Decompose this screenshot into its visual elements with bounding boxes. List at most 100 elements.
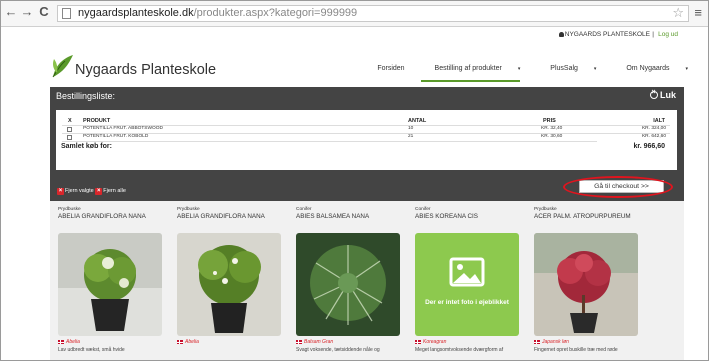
sum-value: kr. 966,60 <box>633 143 665 150</box>
image-placeholder-icon <box>449 257 485 287</box>
page-icon <box>62 8 71 19</box>
product-category: Conifer <box>415 207 431 212</box>
nav-label: Bestilling af produkter <box>434 65 502 72</box>
product-card[interactable]: Prydbuske ACER PALM. ATROPURPUREUM Japan… <box>534 207 648 360</box>
close-icon <box>649 89 658 99</box>
back-icon[interactable]: ← <box>4 4 18 20</box>
row-total: kr. 324,00 <box>641 126 666 131</box>
remove-icon: × <box>57 188 64 195</box>
col-price: PRIS <box>543 118 556 124</box>
close-order-button[interactable]: Luk <box>649 89 676 100</box>
remove-all-link[interactable]: × Fjern alle <box>95 188 126 195</box>
col-total: IALT <box>653 118 665 124</box>
nav-item-plussalg[interactable]: PlusSalg ▾ <box>536 65 596 80</box>
remove-all-label: Fjern alle <box>103 188 126 194</box>
chevron-down-icon: ▾ <box>593 66 597 72</box>
address-bar[interactable]: nygaardsplanteskole.dk/produkter.aspx?ka… <box>57 5 689 22</box>
denmark-flag-icon <box>58 340 64 344</box>
bookmark-star-icon[interactable]: ☆ <box>672 5 684 21</box>
chevron-down-icon: ▾ <box>685 66 688 72</box>
row-qty: 21 <box>408 134 414 139</box>
user-icon <box>558 32 564 37</box>
close-label: Luk <box>659 90 676 100</box>
row-checkbox[interactable] <box>67 134 72 140</box>
row-checkbox[interactable] <box>67 126 72 132</box>
denmark-flag-icon <box>296 340 302 344</box>
nav-item-om-nygaards[interactable]: Om Nygaards ▾ <box>612 65 688 80</box>
user-name: NYGAARDS PLANTESKOLE <box>564 31 650 38</box>
denmark-flag-icon <box>534 340 540 344</box>
col-select: X <box>68 118 72 124</box>
denmark-flag-icon <box>415 340 421 344</box>
product-card[interactable]: Prydbuske ABELIA GRANDIFLORA NANA Abelia <box>177 207 291 360</box>
product-common-name: Balsam Gran <box>304 339 334 345</box>
product-image[interactable] <box>296 233 400 336</box>
product-common-name: Koreagran <box>423 339 447 345</box>
row-product: POTENTILLA FRUT. ABBOTSWOOD <box>83 126 163 131</box>
product-name: ABELIA GRANDIFLORA NANA <box>58 213 146 220</box>
user-bar: NYGAARDS PLANTESKOLE | Log ud <box>1 27 708 41</box>
product-image[interactable] <box>534 233 638 336</box>
brand-name: Nygaards Planteskole <box>75 62 217 78</box>
product-description: Fingernet opret buskille træ med røde <box>534 347 618 353</box>
table-row: POTENTILLA FRUT. ABBOTSWOOD 10 kr. 32,40… <box>56 126 677 133</box>
table-row: POTENTILLA FRUT. KOBOLD 21 kr. 30,60 kr.… <box>56 134 677 141</box>
reload-icon[interactable]: C <box>37 4 51 20</box>
product-image[interactable] <box>177 233 281 336</box>
product-category: Conifer <box>296 207 312 212</box>
user-account[interactable]: NYGAARDS PLANTESKOLE <box>558 31 650 38</box>
nav-label: PlusSalg <box>550 65 578 72</box>
product-card[interactable]: Conifer ABIES BALSAMEA NANA Balsam Gran … <box>296 207 410 360</box>
url-host: nygaardsplanteskole.dk <box>78 7 194 19</box>
leaf-logo-icon <box>52 55 73 78</box>
chevron-down-icon: ▾ <box>517 66 521 72</box>
nav-item-bestilling[interactable]: Bestilling af produkter ▾ <box>420 65 521 82</box>
screenshot-frame: ← → C nygaardsplanteskole.dk/produkter.a… <box>0 0 709 361</box>
divider <box>62 141 597 142</box>
row-total: kr. 642,60 <box>641 134 666 139</box>
row-qty: 10 <box>408 126 414 131</box>
product-description: Meget langsomtvoksende dværgform af <box>415 347 504 353</box>
product-category: Prydbuske <box>177 207 200 212</box>
sum-label: Samlet køb for: <box>61 143 112 150</box>
order-actions: × Fjern valgte × Fjern alle <box>57 188 126 195</box>
remove-selected-label: Fjern valgte <box>65 188 94 194</box>
col-product: PRODUKT <box>83 118 111 124</box>
product-image[interactable] <box>58 233 162 336</box>
product-common-name: Japansk løn <box>542 339 569 345</box>
product-image-placeholder[interactable]: Der er intet foto i øjeblikket <box>415 233 519 336</box>
nav-label: Forsiden <box>377 65 405 72</box>
product-name: ABELIA GRANDIFLORA NANA <box>177 213 265 220</box>
row-price: kr. 32,40 <box>541 126 563 131</box>
product-description: Svagt voksende, tætsiddende nåle og <box>296 347 380 353</box>
no-image-text: Der er intet foto i øjeblikket <box>425 299 509 306</box>
product-card[interactable]: Conifer ABIES KOREANA CIS Der er intet f… <box>415 207 529 360</box>
product-grid: Prydbuske ABELIA GRANDIFLORA NANA Abelia… <box>50 201 684 360</box>
user-separator: | <box>652 31 654 38</box>
url-path: /produkter.aspx?kategori=999999 <box>193 7 358 19</box>
remove-icon: × <box>95 188 103 195</box>
row-price: kr. 30,60 <box>541 134 563 139</box>
nav-label: Om Nygaards <box>626 65 670 72</box>
order-title: Bestillingsliste: <box>56 91 116 101</box>
nav-item-forsiden[interactable]: Forsiden <box>363 65 404 80</box>
product-common-name: Abelia <box>66 339 80 345</box>
site-header: Nygaards Planteskole Forsiden Bestilling… <box>1 41 708 87</box>
site-logo[interactable]: Nygaards Planteskole <box>51 53 241 83</box>
denmark-flag-icon <box>177 340 183 344</box>
product-common-name: Abelia <box>185 339 199 345</box>
highlight-ellipse <box>563 176 673 198</box>
row-product: POTENTILLA FRUT. KOBOLD <box>83 134 149 139</box>
product-category: Prydbuske <box>534 207 557 212</box>
order-table: X PRODUKT ANTAL PRIS IALT POTENTILLA FRU… <box>56 110 677 170</box>
product-name: ABIES KOREANA CIS <box>415 213 478 220</box>
product-name: ACER PALM. ATROPURPUREUM <box>534 213 631 220</box>
product-card[interactable]: Prydbuske ABELIA GRANDIFLORA NANA Abelia… <box>58 207 172 360</box>
browser-toolbar: ← → C nygaardsplanteskole.dk/produkter.a… <box>1 1 708 27</box>
forward-icon[interactable]: → <box>20 4 34 20</box>
browser-menu-icon[interactable]: ≡ <box>694 5 702 20</box>
product-category: Prydbuske <box>58 207 81 212</box>
main-nav: Forsiden Bestilling af produkter ▾ PlusS… <box>349 65 688 82</box>
logout-link[interactable]: Log ud <box>658 31 678 38</box>
remove-selected-link[interactable]: × Fjern valgte <box>57 188 94 195</box>
